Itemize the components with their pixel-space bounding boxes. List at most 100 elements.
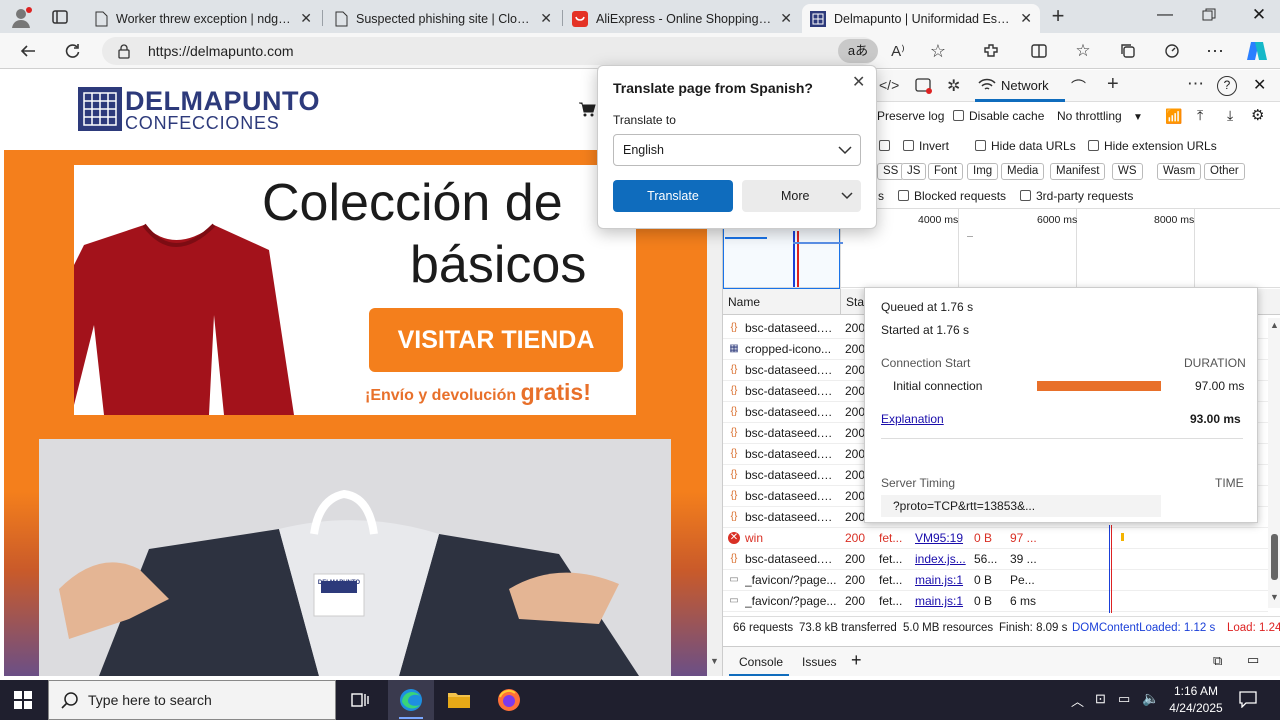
close-tab-icon[interactable]: ✕ bbox=[1020, 10, 1032, 27]
hide-data-urls-checkbox[interactable]: Hide data URLs bbox=[975, 139, 1076, 153]
extensions-icon[interactable] bbox=[977, 37, 1005, 65]
table-row[interactable]: ✕ win 200 fet... VM95:19 0 B 97 ... bbox=[723, 528, 1268, 549]
more-menu-icon[interactable]: ⋯ bbox=[1201, 37, 1229, 65]
promo-banner[interactable]: Colección de básicos VISITAR TIENDA ¡Env… bbox=[74, 165, 636, 415]
translate-icon[interactable]: aあ bbox=[838, 39, 878, 63]
tab-worker-exception[interactable]: Worker threw exception | ndgadf... ✕ bbox=[86, 4, 320, 33]
close-devtools-icon[interactable]: ✕ bbox=[1253, 75, 1266, 95]
restore-icon[interactable] bbox=[1202, 8, 1216, 22]
sources-icon[interactable]: </> bbox=[879, 77, 899, 93]
request-initiator[interactable]: index.js... bbox=[915, 552, 969, 566]
filter-js[interactable]: JS bbox=[901, 163, 927, 180]
close-popup-icon[interactable]: ✕ bbox=[852, 72, 865, 92]
export-har-icon[interactable]: ⤓ bbox=[1227, 107, 1233, 124]
filter-other[interactable]: Other bbox=[1204, 163, 1245, 180]
close-window-icon[interactable]: ✕ bbox=[1249, 5, 1269, 25]
filter-ws[interactable]: WS bbox=[1112, 163, 1143, 180]
taskbar-search[interactable]: Type here to search bbox=[48, 680, 336, 720]
performance-icon[interactable] bbox=[1158, 37, 1186, 65]
devtools-more-icon[interactable]: ⋯ bbox=[1187, 74, 1204, 94]
visit-store-button[interactable]: VISITAR TIENDA bbox=[369, 308, 623, 372]
request-initiator[interactable]: main.js:1 bbox=[915, 573, 969, 587]
invert-checkbox[interactable]: Invert bbox=[903, 139, 949, 153]
throttling-select[interactable]: No throttling ▼ bbox=[1057, 109, 1143, 123]
close-drawer-icon[interactable]: ▭ bbox=[1247, 652, 1259, 668]
language-select[interactable]: English bbox=[613, 134, 861, 166]
cart-icon[interactable] bbox=[578, 101, 596, 117]
network-conditions-icon[interactable]: 📶 bbox=[1165, 108, 1182, 125]
table-row[interactable]: ▭ _favicon/?page... 200 fet... main.js:1 0 B 6… bbox=[723, 591, 1268, 612]
lighthouse-icon[interactable]: ⌒ bbox=[1071, 76, 1086, 97]
tab-phishing[interactable]: Suspected phishing site | Cloudfl... ✕ bbox=[326, 4, 560, 33]
disable-cache-checkbox[interactable]: Disable cache bbox=[953, 109, 1044, 123]
third-party-checkbox[interactable]: 3rd-party requests bbox=[1020, 189, 1133, 203]
volume-icon[interactable]: 🔈 bbox=[1142, 690, 1159, 707]
new-tab-icon[interactable]: + bbox=[1046, 5, 1070, 29]
notifications-icon[interactable] bbox=[1239, 691, 1257, 708]
read-aloud-icon[interactable]: A⁾ bbox=[884, 37, 912, 65]
bug-icon[interactable]: ✲ bbox=[947, 76, 960, 96]
windows-start-icon[interactable] bbox=[14, 691, 32, 709]
more-button[interactable]: More bbox=[742, 180, 861, 212]
request-list-scrollbar[interactable]: ▲ ▼ bbox=[1268, 318, 1280, 608]
explanation-link[interactable]: Explanation bbox=[881, 412, 944, 426]
favorites-icon[interactable]: ☆ bbox=[1069, 37, 1097, 65]
translate-button[interactable]: Translate bbox=[613, 180, 733, 212]
tick-8000: 8000 ms bbox=[1154, 214, 1195, 226]
clock-date[interactable]: 4/24/2025 bbox=[1166, 701, 1226, 715]
hide-extension-urls-checkbox[interactable]: Hide extension URLs bbox=[1088, 139, 1217, 153]
file-explorer-icon[interactable] bbox=[447, 690, 471, 710]
network-settings-gear-icon[interactable]: ⚙ bbox=[1251, 106, 1264, 124]
split-screen-icon[interactable] bbox=[1025, 37, 1053, 65]
table-row[interactable]: {} bsc-dataseed.b... 200 fet... index.js... 5… bbox=[723, 549, 1268, 570]
add-drawer-tab-icon[interactable]: + bbox=[851, 650, 862, 671]
task-view-icon[interactable] bbox=[350, 690, 370, 710]
url-text[interactable]: https://delmapunto.com bbox=[148, 43, 294, 59]
lock-icon[interactable] bbox=[117, 43, 131, 59]
filter-checkbox[interactable] bbox=[879, 139, 895, 153]
refresh-icon[interactable] bbox=[58, 37, 86, 65]
filter-wasm[interactable]: Wasm bbox=[1157, 163, 1202, 180]
add-tool-icon[interactable]: + bbox=[1107, 73, 1119, 96]
favorite-star-icon[interactable]: ☆ bbox=[924, 37, 952, 65]
tab-delmapunto[interactable]: Delmapunto | Uniformidad Escol... ✕ bbox=[802, 4, 1040, 33]
col-name[interactable]: Name bbox=[728, 295, 760, 309]
issues-tab[interactable]: Issues bbox=[802, 655, 837, 669]
edge-taskbar-icon[interactable] bbox=[388, 680, 434, 720]
scroll-down-icon[interactable]: ▼ bbox=[1270, 592, 1279, 602]
filter-manifest[interactable]: Manifest bbox=[1050, 163, 1106, 180]
filter-media[interactable]: Media bbox=[1001, 163, 1045, 180]
console-tab[interactable]: Console bbox=[739, 655, 783, 669]
preserve-log-label[interactable]: Preserve log bbox=[877, 109, 944, 123]
close-tab-icon[interactable]: ✕ bbox=[780, 10, 792, 27]
dock-icon[interactable]: ⧉ bbox=[1213, 653, 1222, 669]
tab-actions-icon[interactable] bbox=[50, 7, 70, 27]
scroll-up-icon[interactable]: ▲ bbox=[1270, 320, 1279, 330]
tab-aliexpress[interactable]: AliExpress - Online Shopping für... ✕ bbox=[564, 4, 800, 33]
tray-chevron-icon[interactable]: ︿ bbox=[1071, 691, 1084, 710]
collections-icon[interactable] bbox=[1114, 37, 1142, 65]
copilot-icon[interactable] bbox=[1245, 40, 1269, 62]
tray-app-icon[interactable]: ⊡ bbox=[1095, 691, 1106, 707]
delmapunto-logo-mark[interactable] bbox=[78, 87, 122, 131]
clock-time[interactable]: 1:16 AM bbox=[1168, 684, 1224, 698]
filter-img[interactable]: Img bbox=[967, 163, 999, 180]
minimize-icon[interactable]: — bbox=[1155, 6, 1175, 26]
performance-panel-icon[interactable] bbox=[915, 78, 933, 94]
back-icon[interactable] bbox=[14, 37, 42, 65]
network-tray-icon[interactable]: ▭ bbox=[1118, 691, 1130, 707]
import-har-icon[interactable]: ⤒ bbox=[1197, 107, 1203, 124]
firefox-icon[interactable] bbox=[497, 688, 521, 712]
close-tab-icon[interactable]: ✕ bbox=[300, 10, 312, 27]
scroll-down-icon[interactable]: ▼ bbox=[710, 656, 719, 666]
help-icon[interactable]: ? bbox=[1217, 76, 1237, 96]
filter-font[interactable]: Font bbox=[928, 163, 964, 180]
close-tab-icon[interactable]: ✕ bbox=[540, 10, 552, 27]
network-tab[interactable]: Network bbox=[1001, 78, 1049, 93]
scroll-thumb[interactable] bbox=[1271, 534, 1278, 580]
request-initiator[interactable]: main.js:1 bbox=[915, 594, 969, 608]
profile-icon[interactable] bbox=[8, 4, 34, 30]
blocked-requests-checkbox[interactable]: Blocked requests bbox=[898, 189, 1006, 203]
table-row[interactable]: ▭ _favicon/?page... 200 fet... main.js:1 0 B P… bbox=[723, 570, 1268, 591]
request-initiator[interactable]: VM95:19 bbox=[915, 531, 969, 545]
